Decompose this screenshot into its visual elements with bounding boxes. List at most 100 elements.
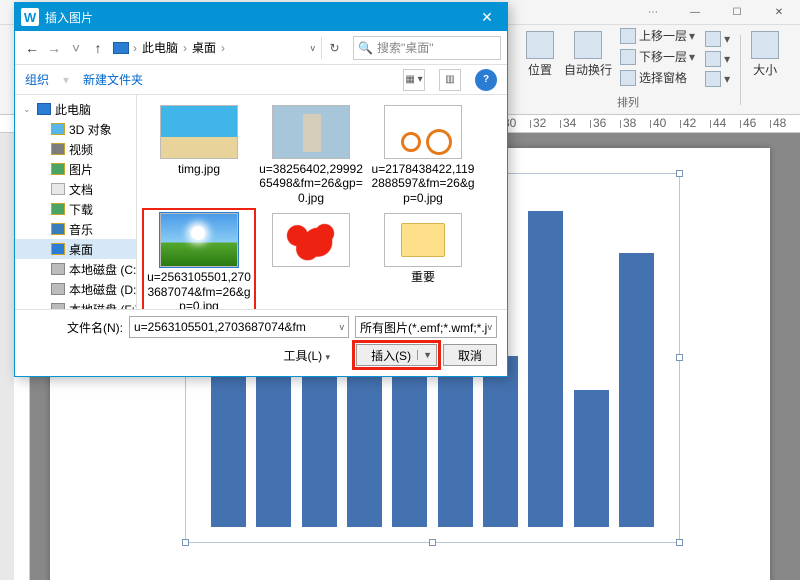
dialog-toolbar: 组织 ▾ 新建文件夹 ▦ ▾ ▥ ? <box>15 65 507 95</box>
file-thumbnail <box>272 105 350 159</box>
position-label: 位置 <box>528 61 552 78</box>
file-item[interactable]: u=2178438422,1192888597&fm=26&gp=0.jpg <box>367 101 479 209</box>
ribbon-group-size: 大小 <box>745 25 785 114</box>
position-button[interactable]: 位置 <box>520 25 560 89</box>
ribbon-group-arrange: 位置 自动换行 上移一层▾ 下移一层▾ 选择窗格 ▾ ▾ ▾ 排列 <box>520 25 736 114</box>
resize-handle[interactable] <box>676 539 683 546</box>
position-icon <box>526 31 554 59</box>
filetype-filter[interactable]: 所有图片(*.emf;*.wmf;*.jpg;*.jpv <box>355 316 497 338</box>
view-mode-button[interactable]: ▦ ▾ <box>403 69 425 91</box>
tree-videos[interactable]: 视频 <box>15 139 136 159</box>
file-item[interactable]: timg.jpg <box>143 101 255 209</box>
folder-tree[interactable]: ⌄此电脑 3D 对象 视频 图片 文档 下载 音乐 桌面 本地磁盘 (C:) 本… <box>15 95 137 309</box>
tree-music[interactable]: 音乐 <box>15 219 136 239</box>
breadcrumb[interactable]: › 此电脑 › 桌面 › <box>113 39 226 56</box>
wrap-text-button[interactable]: 自动换行 <box>560 25 616 89</box>
group-icon <box>705 51 721 67</box>
selection-pane-button[interactable]: 选择窗格 <box>616 67 699 88</box>
tree-pictures[interactable]: 图片 <box>15 159 136 179</box>
group-button[interactable]: ▾ <box>701 49 734 69</box>
filename-label: 文件名(N): <box>25 319 123 336</box>
rotate-icon <box>705 71 721 87</box>
size-label: 大小 <box>753 61 777 78</box>
nav-up-level-button[interactable]: ↑ <box>87 37 109 59</box>
bar <box>483 356 518 528</box>
crumb-location[interactable]: 桌面 <box>191 39 217 56</box>
wrap-label: 自动换行 <box>564 61 612 78</box>
forward-label: 上移一层 <box>639 27 687 44</box>
tree-desktop[interactable]: 桌面 <box>15 239 136 259</box>
bring-forward-button[interactable]: 上移一层▾ <box>616 25 699 46</box>
file-list[interactable]: timg.jpg u=38256402,2999265498&fm=26&gp=0… <box>137 95 507 309</box>
send-backward-button[interactable]: 下移一层▾ <box>616 46 699 67</box>
file-name: u=38256402,2999265498&fm=26&gp=0.jpg <box>257 162 365 205</box>
dialog-nav-bar: ← → ˅ ↑ › 此电脑 › 桌面 › v ↻ 🔍 搜索"桌面" <box>15 31 507 65</box>
file-thumbnail <box>160 105 238 159</box>
size-button[interactable]: 大小 <box>745 25 785 80</box>
resize-handle[interactable] <box>429 539 436 546</box>
tree-drive-f[interactable]: 本地磁盘 (F:) <box>15 299 136 309</box>
insert-picture-dialog: W 插入图片 ✕ ← → ˅ ↑ › 此电脑 › 桌面 › v ↻ 🔍 搜索"桌… <box>14 2 508 377</box>
resize-handle[interactable] <box>676 354 683 361</box>
file-item[interactable]: 重要 <box>367 209 479 309</box>
tree-documents[interactable]: 文档 <box>15 179 136 199</box>
file-item[interactable]: u=2563105501,2703687074&fm=26&gp=0.jpg <box>143 209 255 309</box>
search-input[interactable]: 🔍 搜索"桌面" <box>353 36 501 60</box>
dialog-title: 插入图片 <box>45 9 93 26</box>
dialog-titlebar[interactable]: W 插入图片 ✕ <box>15 3 507 31</box>
size-icon <box>751 31 779 59</box>
filename-input[interactable]: u=2563105501,2703687074&fmv <box>129 316 349 338</box>
bar <box>528 211 563 527</box>
file-name: u=2178438422,1192888597&fm=26&gp=0.jpg <box>369 162 477 205</box>
crumb-dropdown[interactable]: v <box>311 43 316 53</box>
resize-handle[interactable] <box>676 170 683 177</box>
tree-downloads[interactable]: 下载 <box>15 199 136 219</box>
file-thumbnail <box>160 213 238 267</box>
minimize-button[interactable]: — <box>674 0 716 25</box>
dialog-close-button[interactable]: ✕ <box>467 3 507 31</box>
size-group-label <box>745 98 785 112</box>
align-icon <box>705 31 721 47</box>
file-item[interactable]: u=38256402,2999265498&fm=26&gp=0.jpg <box>255 101 367 209</box>
pane-icon <box>620 70 636 86</box>
backward-label: 下移一层 <box>639 48 687 65</box>
forward-icon <box>620 28 636 44</box>
search-placeholder: 搜索"桌面" <box>377 39 434 56</box>
file-name: u=2563105501,2703687074&fm=26&gp=0.jpg <box>145 270 253 309</box>
file-thumbnail <box>384 213 462 267</box>
close-button[interactable]: ✕ <box>758 0 800 25</box>
file-name: timg.jpg <box>178 162 220 176</box>
backward-icon <box>620 49 636 65</box>
nav-back-button[interactable]: ← <box>21 37 43 59</box>
word-options-button[interactable]: ⋯ <box>632 0 674 25</box>
tree-3d-objects[interactable]: 3D 对象 <box>15 119 136 139</box>
insert-button[interactable]: 插入(S)▼ <box>356 344 437 366</box>
dialog-footer: 文件名(N): u=2563105501,2703687074&fmv 所有图片… <box>15 309 507 376</box>
tree-drive-d[interactable]: 本地磁盘 (D:) <box>15 279 136 299</box>
tree-drive-c[interactable]: 本地磁盘 (C:) <box>15 259 136 279</box>
rotate-button[interactable]: ▾ <box>701 69 734 89</box>
word-app-icon: W <box>21 8 39 26</box>
help-button[interactable]: ? <box>475 69 497 91</box>
ribbon-separator <box>740 35 741 105</box>
tree-this-pc[interactable]: ⌄此电脑 <box>15 99 136 119</box>
file-item[interactable] <box>255 209 367 309</box>
arrange-group-label: 排列 <box>520 94 736 112</box>
resize-handle[interactable] <box>182 539 189 546</box>
cancel-button[interactable]: 取消 <box>443 344 497 366</box>
pane-label: 选择窗格 <box>639 69 687 86</box>
nav-forward-button[interactable]: → <box>43 37 65 59</box>
preview-pane-button[interactable]: ▥ <box>439 69 461 91</box>
refresh-button[interactable]: ↻ <box>321 37 347 59</box>
bar <box>574 390 609 527</box>
tools-button[interactable]: 工具(L) ▾ <box>284 347 331 364</box>
nav-up-button[interactable]: ˅ <box>65 37 87 59</box>
organize-button[interactable]: 组织 <box>25 71 49 88</box>
align-button[interactable]: ▾ <box>701 29 734 49</box>
maximize-button[interactable]: ☐ <box>716 0 758 25</box>
new-folder-button[interactable]: 新建文件夹 <box>83 71 143 88</box>
pc-icon <box>113 42 129 54</box>
bar <box>619 253 654 527</box>
search-icon: 🔍 <box>358 41 373 55</box>
crumb-pc[interactable]: 此电脑 <box>141 39 179 56</box>
